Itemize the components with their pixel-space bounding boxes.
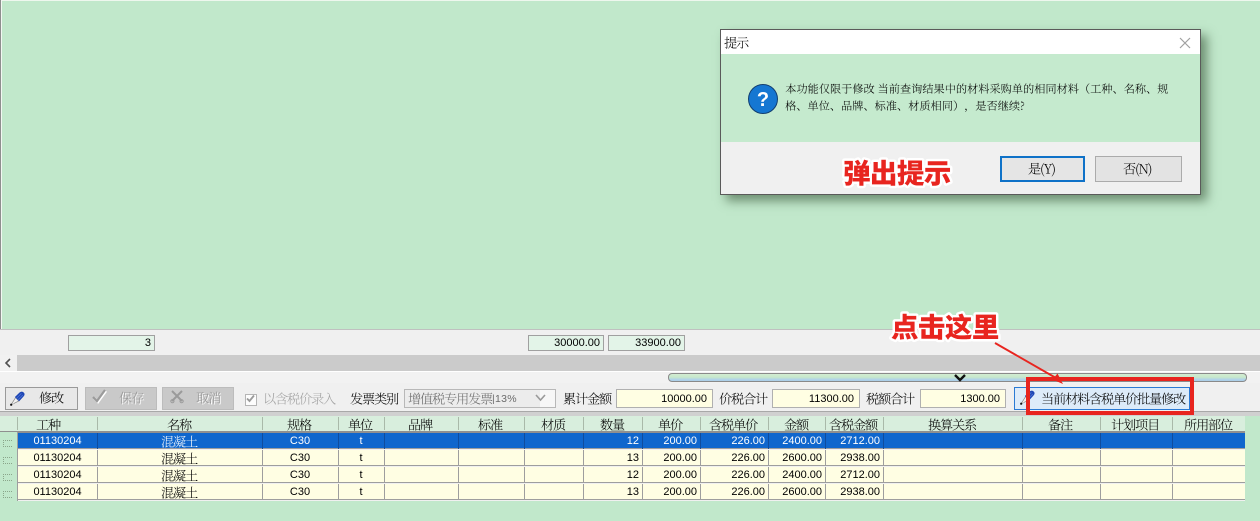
- svg-text:?: ?: [757, 89, 769, 111]
